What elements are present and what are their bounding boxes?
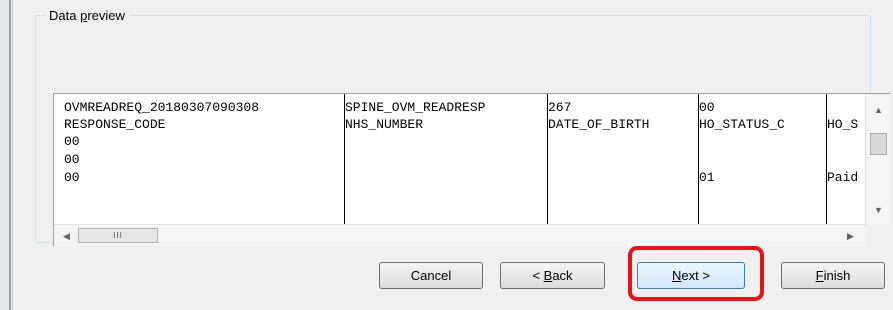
data-preview-title: Data preview <box>46 8 129 24</box>
preview-cells: OVMREADREQ_20180307090308 SPINE_OVM_READ… <box>54 94 865 224</box>
preview-cell: Paid <box>827 170 859 185</box>
cancel-button-label: Cancel <box>410 268 452 283</box>
horizontal-scrollbar[interactable]: ◀ III ▶ <box>54 224 865 246</box>
preview-cell: 00 <box>64 170 80 185</box>
preview-cell: 267 <box>548 100 572 115</box>
import-wizard-dialog: Data preview OVMREADREQ_20180307090308 S… <box>13 0 893 310</box>
back-button[interactable]: < Back <box>500 262 605 289</box>
scrollbar-corner <box>865 224 890 246</box>
vertical-scroll-thumb[interactable] <box>870 133 887 155</box>
preview-cell: HO_S <box>827 117 859 132</box>
scroll-down-icon[interactable]: ▼ <box>866 202 891 219</box>
scroll-left-icon[interactable]: ◀ <box>58 225 75 247</box>
preview-cell: 00 <box>64 134 80 149</box>
finish-button[interactable]: Finish <box>781 262 885 289</box>
horizontal-scroll-thumb[interactable]: III <box>78 228 158 243</box>
window-left-edge <box>0 0 13 310</box>
preview-cell: OVMREADREQ_20180307090308 <box>64 100 260 115</box>
preview-cell: RESPONSE_CODE <box>64 117 166 132</box>
column-divider[interactable] <box>826 94 827 224</box>
data-preview-group: Data preview OVMREADREQ_20180307090308 S… <box>35 8 890 246</box>
preview-cell: SPINE_OVM_READRESP <box>345 100 486 115</box>
data-preview-grid[interactable]: OVMREADREQ_20180307090308 SPINE_OVM_READ… <box>53 93 890 246</box>
preview-cell: 01 <box>699 170 715 185</box>
window-edge-divider <box>9 0 11 310</box>
preview-cell: DATE_OF_BIRTH <box>548 117 650 132</box>
scroll-up-icon[interactable]: ▲ <box>866 102 891 119</box>
next-button[interactable]: Next > <box>637 262 745 289</box>
scroll-right-icon[interactable]: ▶ <box>842 225 859 247</box>
scroll-grip-icon: III <box>113 231 123 240</box>
preview-cell: HO_STATUS_C <box>699 117 785 132</box>
preview-cell: 00 <box>64 152 80 167</box>
preview-cell: 00 <box>699 100 715 115</box>
preview-cell: NHS_NUMBER <box>345 117 424 132</box>
cancel-button[interactable]: Cancel <box>379 262 483 289</box>
vertical-scrollbar[interactable]: ▲ ▼ <box>865 94 890 224</box>
